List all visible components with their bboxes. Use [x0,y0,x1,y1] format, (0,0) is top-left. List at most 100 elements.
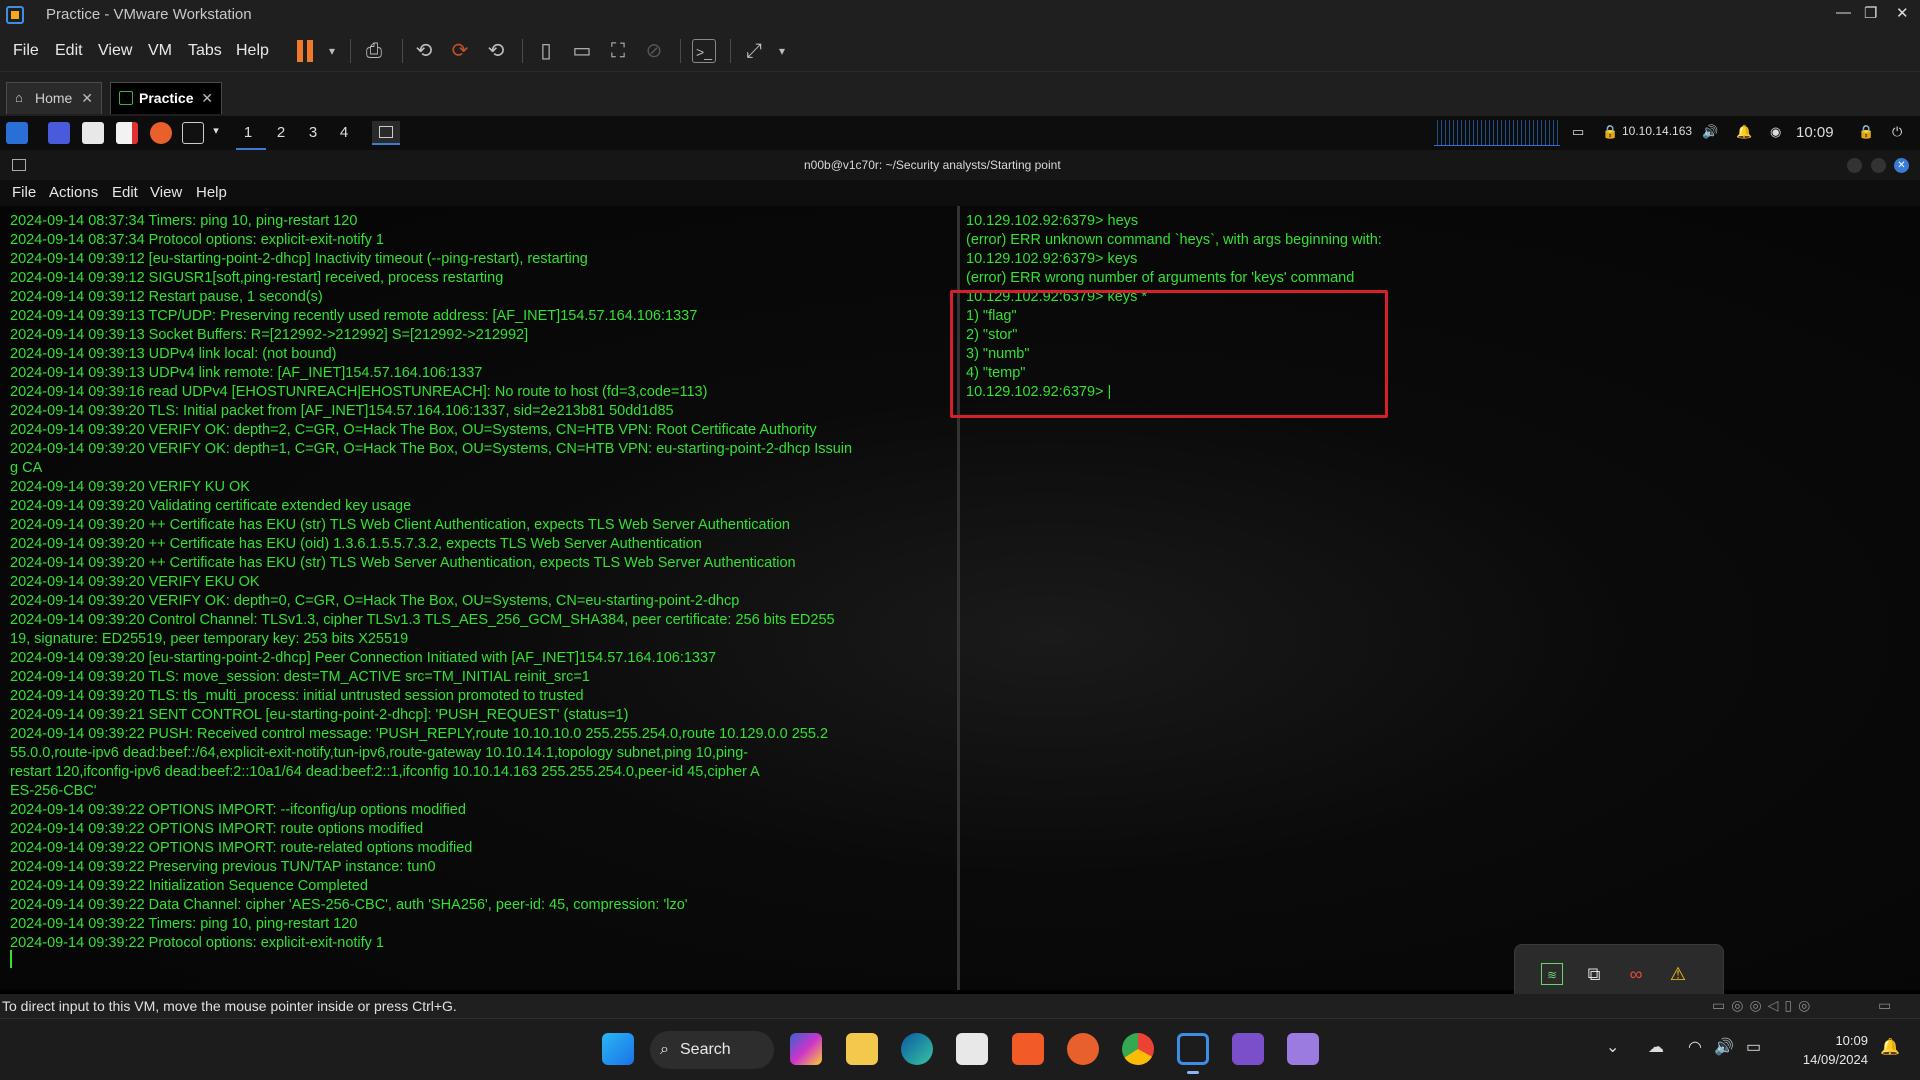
terminal-menu-help[interactable]: Help [196,184,227,201]
close-button[interactable]: ✕ [1896,4,1909,22]
copilot-icon[interactable] [790,1033,822,1065]
log-line: 2024-09-14 09:39:20 TLS: tls_multi_proce… [10,688,584,704]
console-view-icon[interactable]: >_ [692,39,716,63]
terminal-menu-view[interactable]: View [150,184,182,201]
firefox-icon[interactable] [150,122,172,144]
menu-view[interactable]: View [98,42,132,60]
battery-icon[interactable]: ▭ [1746,1037,1761,1057]
toolbar-separator [730,39,731,63]
dropdown-arrow-icon[interactable]: ▾ [770,39,794,63]
send-ctrl-alt-del-icon[interactable]: ⎙ [362,39,386,63]
pause-icon-bar [307,40,313,62]
kali-menu-icon[interactable] [6,122,28,144]
thumbnail-bar-icon[interactable]: ▭ [570,39,594,63]
microsoft-store-icon[interactable] [956,1033,988,1065]
terminal-menu-edit[interactable]: Edit [112,184,138,201]
workspace-4[interactable]: 4 [334,124,354,141]
log-line: 2024-09-14 09:39:22 Preserving previous … [10,859,436,875]
terminal-menu-actions[interactable]: Actions [49,184,98,201]
log-line: 2024-09-14 09:39:20 VERIFY EKU OK [10,574,260,590]
taskbar-terminal-button[interactable] [372,121,400,145]
wifi-icon[interactable]: ◠ [1688,1037,1702,1057]
vm-icon [119,91,133,105]
menu-help[interactable]: Help [236,42,269,60]
stretch-guest-icon[interactable]: ⤢ [742,39,766,63]
log-line: 2024-09-14 09:39:21 SENT CONTROL [eu-sta… [10,707,629,723]
tab-practice[interactable]: Practice ✕ [110,82,222,114]
close-icon[interactable]: ✕ [1894,158,1909,173]
revert-snapshot-icon[interactable]: ⟳ [448,39,472,63]
visual-studio-icon[interactable] [1232,1033,1264,1065]
lock-screen-icon[interactable]: 🔒 [1858,124,1874,140]
kali-top-panel: ▾ 1 2 3 4 ▭ 🔒 10.10.14.163 🔊 🔔 ◉ 10:09 🔒… [0,116,1920,150]
vmware-taskbar-icon[interactable] [1177,1033,1209,1065]
notification-bell-icon[interactable]: 🔔 [1736,124,1752,140]
terminal-menu-file[interactable]: File [12,184,36,201]
terminal-title-bar: n00b@v1c70r: ~/Security analysts/Startin… [0,150,1920,180]
firefox-icon[interactable] [1067,1033,1099,1065]
volume-icon[interactable]: 🔊 [1702,124,1718,140]
nvidia-icon[interactable]: ≋ [1541,963,1563,985]
menu-file[interactable]: File [13,42,39,60]
brave-icon[interactable] [1012,1033,1044,1065]
taskbar-clock[interactable]: 10:09 14/09/2024 [1803,1031,1868,1069]
redis-line: (error) ERR wrong number of arguments fo… [966,270,1355,286]
log-line: 2024-09-14 09:39:20 [eu-starting-point-2… [10,650,717,666]
redis-line: 10.129.102.92:6379> heys [966,213,1139,229]
chrome-icon[interactable] [1122,1033,1154,1065]
display-icon[interactable]: ▭ [1572,124,1584,140]
taskbar-search[interactable]: ⌕ Search [650,1031,774,1069]
onedrive-icon[interactable]: ☁ [1648,1037,1664,1057]
close-tab-icon[interactable]: ✕ [81,83,93,113]
device-icons[interactable]: ▭◎◎◁▯◎ [1712,997,1816,1014]
power-icon[interactable]: ⏻ [1892,124,1902,140]
workspace-2[interactable]: 2 [271,124,291,141]
log-line: 2024-09-14 09:39:13 Socket Buffers: R=[2… [10,327,529,343]
log-line: 2024-09-14 09:39:20 ++ Certificate has E… [10,517,790,533]
volume-icon[interactable]: 🔊 [1714,1037,1734,1057]
unity-icon[interactable]: ⊘ [642,39,666,63]
workspace-1[interactable]: 1 [238,124,258,141]
message-log-icon[interactable]: ▭ [1878,997,1891,1014]
log-line: restart 120,ifconfig-ipv6 dead:beef:2::1… [10,764,760,780]
notification-bell-icon[interactable]: 🔔 [1880,1037,1900,1057]
workspace-3[interactable]: 3 [303,124,323,141]
snapshot-icon[interactable]: ⟲ [412,39,436,63]
toolbar-separator [522,39,523,63]
creative-cloud-icon[interactable]: ∞ [1625,963,1647,985]
pause-icon[interactable] [297,40,303,62]
log-line: 2024-09-14 09:39:20 VERIFY OK: depth=1, … [10,441,853,457]
windows-taskbar: ⌕ Search ⌄ ☁ ◠ 🔊 ▭ 10:09 14/09/2024 🔔 [0,1018,1920,1080]
log-line: 2024-09-14 09:39:13 UDPv4 link remote: [… [10,365,483,381]
chevron-up-icon[interactable]: ⌄ [1606,1037,1619,1057]
menu-tabs[interactable]: Tabs [188,42,222,60]
defender-warning-icon[interactable]: ⚠ [1667,963,1689,985]
windows-start-icon[interactable] [602,1033,634,1065]
full-screen-icon[interactable]: ⛶ [606,39,630,63]
menu-edit[interactable]: Edit [55,42,83,60]
panel-clock[interactable]: 10:09 [1796,124,1834,141]
dropdown-arrow-icon[interactable]: ▾ [320,39,344,63]
maximize-button[interactable] [1871,158,1886,173]
text-editor-icon[interactable] [116,122,138,144]
minimize-button[interactable] [1847,158,1862,173]
show-library-icon[interactable]: ▯ [534,39,558,63]
file-manager-icon[interactable] [82,122,104,144]
obsidian-icon[interactable] [1287,1033,1319,1065]
log-line: 2024-09-14 09:39:20 ++ Certificate has E… [10,555,796,571]
maximize-button[interactable]: ❐ [1864,4,1877,22]
tab-home[interactable]: ⌂ Home ✕ [6,82,102,114]
openvpn-log-pane[interactable]: 2024-09-14 08:37:34 Timers: ping 10, pin… [10,212,960,953]
menu-vm[interactable]: VM [148,42,172,60]
terminal-icon[interactable] [182,122,204,144]
show-desktop-icon[interactable] [48,122,70,144]
snapshot-manager-icon[interactable]: ⟲ [484,39,508,63]
file-explorer-icon[interactable] [846,1033,878,1065]
vmware-tray-icon[interactable]: ⧉ [1583,963,1605,985]
toolbar-separator [680,39,681,63]
close-tab-icon[interactable]: ✕ [201,83,213,113]
dropdown-arrow-icon[interactable]: ▾ [206,124,226,137]
vmware-title-bar: Practice - VMware Workstation — ❐ ✕ [0,0,1920,30]
minimize-button[interactable]: — [1836,4,1851,21]
edge-icon[interactable] [901,1033,933,1065]
